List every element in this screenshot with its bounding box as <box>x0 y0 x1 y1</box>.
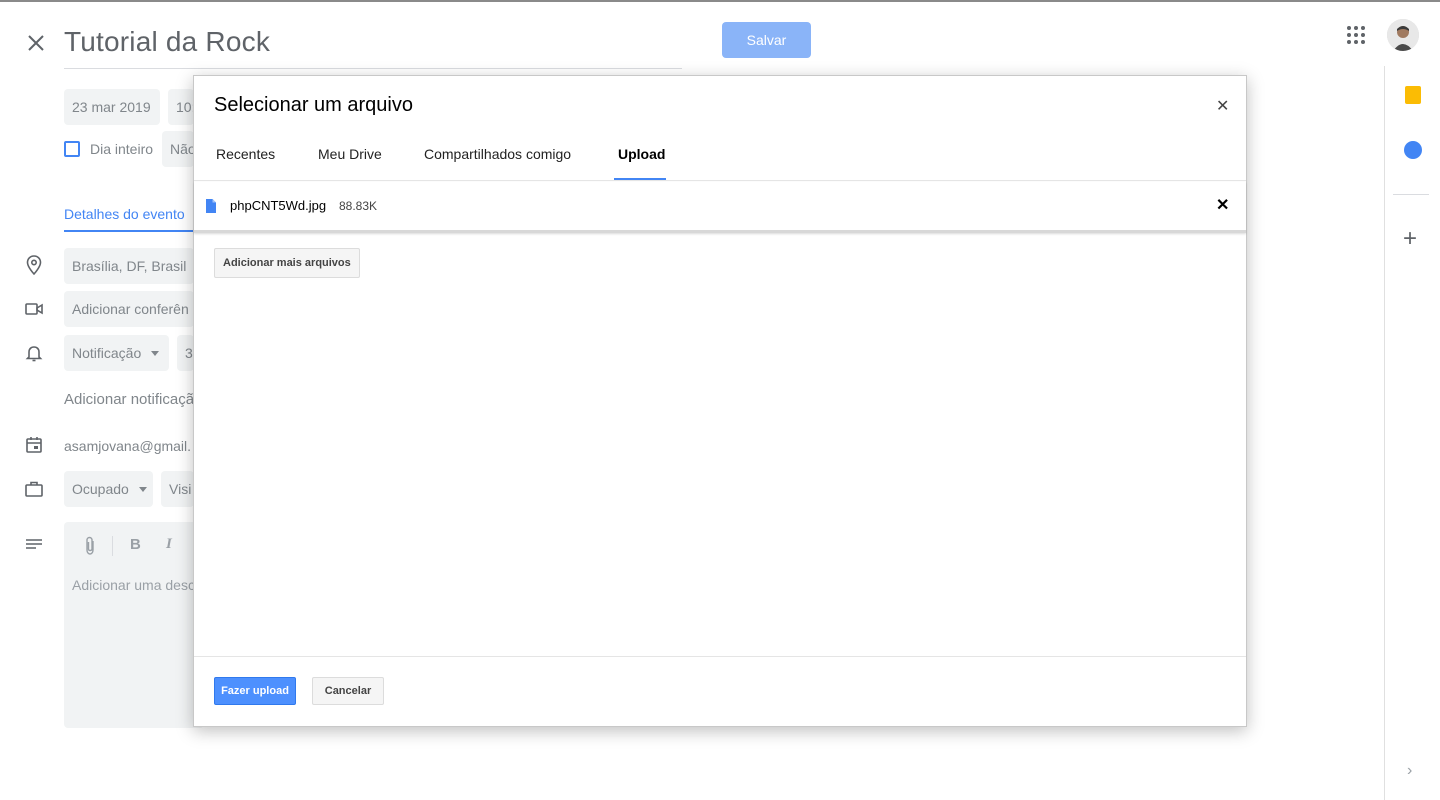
tab-recentes[interactable]: Recentes <box>216 146 275 162</box>
file-icon <box>206 199 216 213</box>
all-day-label: Dia inteiro <box>90 141 154 157</box>
busy-status-label: Ocupado <box>72 481 129 497</box>
add-addon-icon[interactable]: + <box>1403 227 1417 251</box>
start-date-field[interactable]: 23 mar 2019 <box>64 89 160 125</box>
attachment-icon[interactable] <box>82 536 98 556</box>
file-picker-dialog: Selecionar um arquivo ✕ Recentes Meu Dri… <box>193 75 1247 727</box>
video-camera-icon <box>25 303 43 315</box>
footer-divider <box>194 656 1246 657</box>
title-underline <box>64 68 682 69</box>
visibility-dropdown[interactable]: Visi <box>161 471 194 507</box>
description-editor[interactable]: B I Adicionar uma desc <box>64 522 204 728</box>
italic-icon[interactable]: I <box>166 536 172 553</box>
chevron-down-icon <box>151 350 160 356</box>
busy-status-dropdown[interactable]: Ocupado <box>64 471 153 507</box>
avatar[interactable] <box>1387 19 1419 51</box>
cancel-button[interactable]: Cancelar <box>312 677 384 705</box>
conference-field[interactable]: Adicionar conferên <box>64 291 194 327</box>
notification-type-dropdown[interactable]: Notificação <box>64 335 169 371</box>
bold-icon[interactable]: B <box>130 536 141 553</box>
apps-grid-icon[interactable] <box>1346 25 1366 45</box>
upload-button[interactable]: Fazer upload <box>214 677 296 705</box>
add-notification-link[interactable]: Adicionar notificaçã <box>64 391 194 408</box>
all-day-checkbox[interactable] <box>64 141 80 157</box>
save-button[interactable]: Salvar <box>722 22 811 58</box>
toolbar-divider <box>112 536 113 556</box>
remove-file-icon[interactable]: ✕ <box>1216 195 1229 215</box>
tab-upload[interactable]: Upload <box>618 146 665 162</box>
chevron-down-icon <box>138 486 147 492</box>
file-name: phpCNT5Wd.jpg <box>230 198 327 213</box>
calendar-owner[interactable]: asamjovana@gmail. <box>64 438 191 454</box>
briefcase-icon <box>25 481 43 497</box>
location-field[interactable]: Brasília, DF, Brasil <box>64 248 194 284</box>
notification-value-field[interactable]: 3 <box>177 335 194 371</box>
bell-icon <box>25 346 43 362</box>
tabs-divider <box>194 180 1246 181</box>
tab-meu-drive[interactable]: Meu Drive <box>318 146 382 162</box>
side-panel: + › <box>1384 66 1440 800</box>
details-tab-indicator <box>64 230 194 232</box>
dialog-title: Selecionar um arquivo <box>214 94 413 116</box>
side-panel-divider <box>1393 194 1429 195</box>
close-icon[interactable] <box>24 31 48 55</box>
start-time-field[interactable]: 10: <box>168 89 194 125</box>
notification-type-label: Notificação <box>72 345 142 361</box>
file-size: 88.83K <box>339 199 378 213</box>
tab-compartilhados-comigo[interactable]: Compartilhados comigo <box>424 146 571 162</box>
location-pin-icon <box>26 255 42 275</box>
description-placeholder: Adicionar uma desc <box>72 577 195 593</box>
chevron-right-icon[interactable]: › <box>1407 762 1412 780</box>
add-more-files-button[interactable]: Adicionar mais arquivos <box>214 248 360 278</box>
tab-event-details[interactable]: Detalhes do evento <box>64 206 185 222</box>
description-lines-icon <box>26 539 42 549</box>
calendar-icon <box>26 437 42 453</box>
keep-icon[interactable] <box>1405 86 1421 104</box>
tasks-icon[interactable] <box>1404 141 1422 159</box>
avatar-image-icon <box>1387 19 1419 51</box>
event-title[interactable]: Tutorial da Rock <box>64 26 270 58</box>
close-icon[interactable]: ✕ <box>1216 96 1229 116</box>
repeat-dropdown[interactable]: Não <box>162 131 194 167</box>
upload-file-row: phpCNT5Wd.jpg 88.83K ✕ <box>194 182 1246 233</box>
